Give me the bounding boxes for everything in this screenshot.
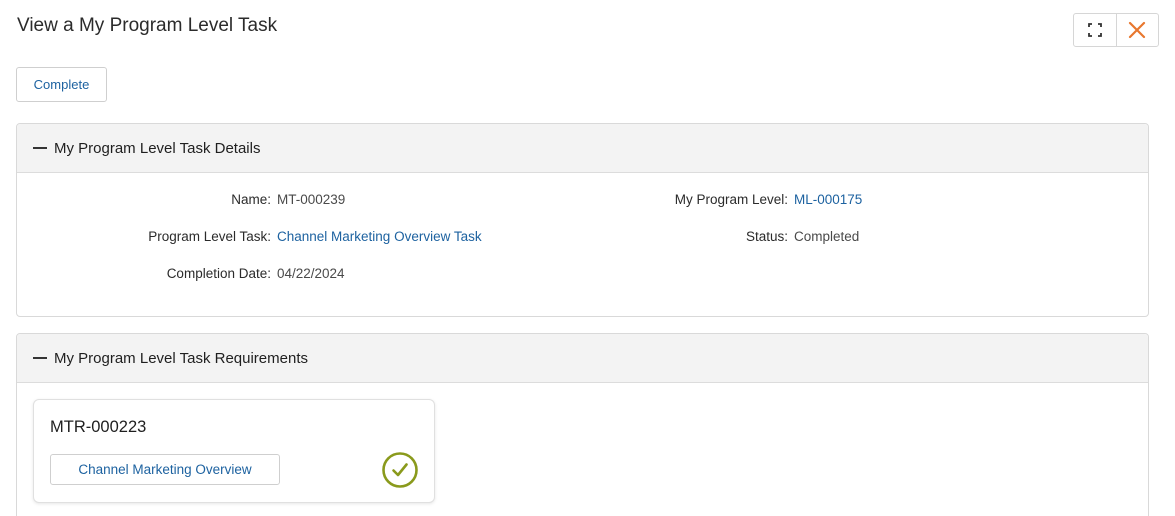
page: View a My Program Level Task Complete My… [0,0,1175,516]
field-completion-date: Completion Date: 04/22/2024 [17,266,345,281]
my-program-level-link[interactable]: ML-000175 [794,192,862,207]
close-icon [1129,21,1146,39]
field-value: 04/22/2024 [277,266,345,281]
requirement-id: MTR-000223 [50,418,147,436]
field-my-program-level: My Program Level: ML-000175 [17,192,863,207]
maximize-button[interactable] [1074,14,1116,46]
close-button[interactable] [1115,14,1159,46]
details-section-title: My Program Level Task Details [54,139,261,157]
field-label: Completion Date: [166,266,271,281]
requirement-card: MTR-000223 Channel Marketing Overview [33,399,435,503]
field-value: Completed [794,229,860,244]
requirements-section-title: My Program Level Task Requirements [54,349,308,367]
collapse-icon[interactable] [33,357,47,359]
collapse-icon[interactable] [33,147,47,149]
complete-button[interactable]: Complete [16,67,107,102]
requirements-section: My Program Level Task Requirements MTR-0… [16,333,1149,516]
requirements-section-header[interactable]: My Program Level Task Requirements [17,334,1148,383]
details-section: My Program Level Task Details Name: MT-0… [16,123,1149,317]
details-section-header[interactable]: My Program Level Task Details [17,124,1148,173]
requirement-button[interactable]: Channel Marketing Overview [50,454,280,485]
field-label: Status: [745,229,788,244]
page-title: View a My Program Level Task [17,15,278,36]
window-controls [1073,13,1159,47]
field-status: Status: Completed [17,229,859,244]
check-circle-icon [382,452,418,488]
maximize-icon [1087,23,1102,37]
field-label: My Program Level: [674,192,788,207]
